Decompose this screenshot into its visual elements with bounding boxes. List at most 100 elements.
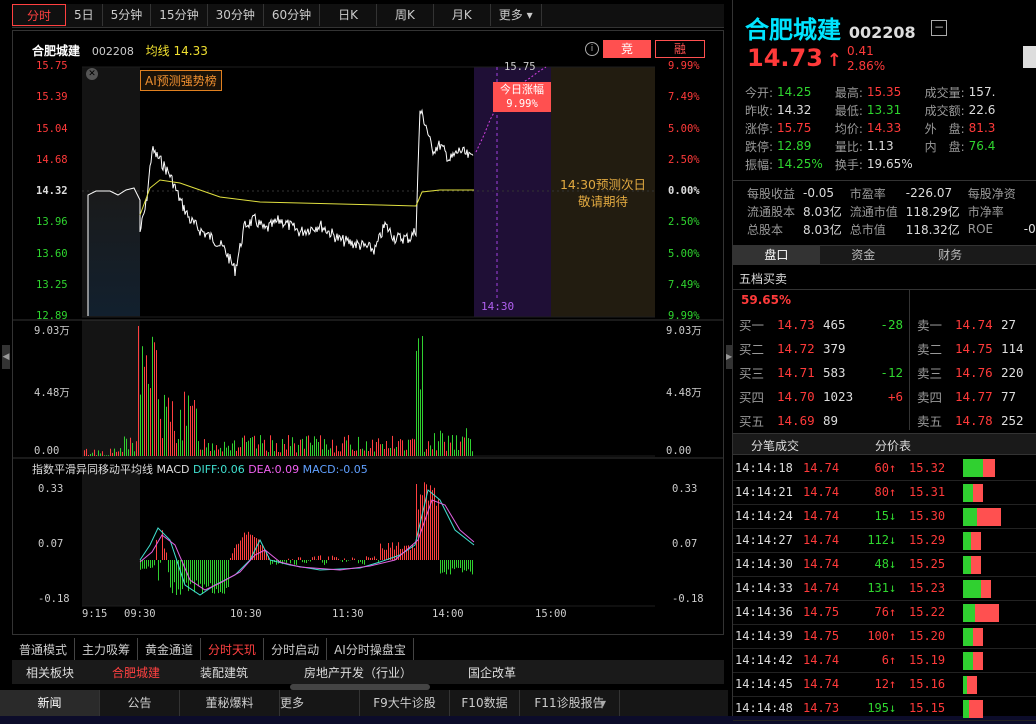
bid-row[interactable]: 买五 14.69 89 [739,408,903,432]
side-toggle[interactable] [1023,46,1036,68]
ask-row[interactable]: 卖三 14.76 220 [917,360,1024,384]
macd-bar [224,560,225,594]
volume-bar [412,438,413,456]
fin-cell: 市盈率 [849,186,886,201]
bid-row[interactable]: 买三 14.71 583 -12 [739,360,903,384]
ask-row[interactable]: 卖一 14.74 27 [917,312,1024,336]
indicator-tab-1[interactable]: 主力吸筹 [75,638,139,660]
macd-bar [230,558,231,560]
next-day-line2: 敬请期待 [577,194,628,209]
orderbook-title: 五档买卖 [739,272,788,286]
fin-cell: -0.6 [1023,222,1036,236]
ask-row[interactable]: 卖五 14.78 252 [917,408,1024,432]
next-day-message: 14:30预测次日 敬请期待 [551,176,655,210]
volume-bar [232,443,233,456]
bid-ratio: 59.65% [741,293,791,307]
macd-diff: DIFF:0.06 [192,463,245,476]
volume-bar [86,448,87,456]
tick-volume: 80 [849,480,889,505]
news-tab-3[interactable]: 更多 [280,690,360,716]
volume-bar [146,355,147,456]
macd-bar [248,531,249,560]
macd-bar [210,560,211,584]
volume-bar [314,436,315,456]
sector-tab-0[interactable]: 相关板块 [26,664,74,681]
macd-bar [410,549,411,560]
volume-bar [118,451,119,456]
ask-row[interactable]: 卖二 14.75 114 [917,336,1024,360]
more-tabs[interactable] [994,246,1036,264]
dist-price: 15.20 [903,624,961,649]
up-arrow-icon: ↑ [889,456,903,481]
volume-bar [340,451,341,456]
sector-tab-2[interactable]: 装配建筑 [200,664,248,681]
volume-bar [110,448,111,456]
panel-tab-1[interactable]: 资金 [820,246,907,264]
indicator-tab-4[interactable]: 分时启动 [264,638,328,660]
macd-bar [370,558,371,560]
macd-bar [164,548,165,560]
ai-strong-list-badge[interactable]: AI预测强势榜 [140,70,222,91]
bid-row[interactable]: 买二 14.72 379 [739,336,903,360]
time-tick: 14:00 [432,608,464,620]
forecast-value: 9.99% [506,98,538,110]
news-tab-2[interactable]: 董秘爆料 [180,690,280,716]
panel-tab-2[interactable]: 财务 [907,246,994,264]
price-dist-tab[interactable]: 分价表 [875,437,911,454]
volume-bar [204,439,205,456]
fin-cell: -226.07 [905,186,953,200]
ask-label: 卖五 [917,413,943,429]
volume-bar [320,435,321,456]
volume-bar [252,437,253,456]
down-arrow-icon: ↓ [889,528,903,553]
indicator-tab-5[interactable]: AI分时操盘宝 [327,638,414,660]
minimize-button[interactable]: − [931,20,947,36]
ticks-tab[interactable]: 分笔成交 [751,437,799,454]
dist-bar-buy [975,603,999,622]
volume-bar [202,449,203,456]
macd-tick-right: 0.33 [672,483,698,495]
news-tab-1[interactable]: 公告 [100,690,180,716]
dist-bar-cell [961,552,1036,577]
quote-cell: 157. [968,85,996,99]
news-tab-0[interactable]: 新闻 [0,690,100,716]
news-tab-4[interactable]: F9大牛诊股 [360,690,450,716]
volume-bar [104,455,105,456]
sector-tab-4[interactable]: 国企改革 [468,664,516,681]
dist-price: 15.32 [903,456,961,481]
volume-bar [362,448,363,456]
macd-bar [300,557,301,560]
time-tick: 11:30 [332,608,364,620]
bid-row[interactable]: 买一 14.73 465 -28 [739,312,903,336]
indicator-tab-3[interactable]: 分时天玑 [201,638,265,660]
ask-price: 14.77 [955,388,993,404]
volume-bar [472,451,473,456]
dist-bar-sell [963,555,971,574]
tick-time: 14:14:39 [733,624,799,649]
volume-bar [450,442,451,456]
tick-row: 14:14:30 14.74 48 ↓ 15.25 [733,552,1036,577]
ask-row[interactable]: 卖四 14.77 77 [917,384,1024,408]
macd-bar [148,560,149,567]
dist-price: 15.30 [903,504,961,529]
news-tab-5[interactable]: F10数据 [450,690,520,716]
macd-bar [314,556,315,560]
indicator-tab-0[interactable]: 普通模式 [12,638,76,660]
tick-time: 14:14:36 [733,600,799,625]
volume-bar [102,451,103,456]
volume-bar [90,454,91,456]
volume-bar [298,444,299,456]
macd-bar [208,560,209,587]
bid-row[interactable]: 买四 14.70 1023 +6 [739,384,903,408]
volume-bar [440,430,441,456]
ask-label: 卖二 [917,341,943,357]
panel-tab-0[interactable]: 盘口 [733,246,820,264]
sector-tab-3[interactable]: 房地产开发（行业） [304,664,412,681]
close-icon[interactable]: ✕ [86,68,98,80]
tick-row: 14:14:45 14.74 12 ↑ 15.16 [733,672,1036,697]
indicator-tab-2[interactable]: 黄金通道 [138,638,202,660]
quote-cell: 15.35 [866,85,902,99]
sector-tab-1[interactable]: 合肥城建 [112,664,160,681]
tick-volume: 15 [849,504,889,529]
volume-bar [168,397,169,456]
